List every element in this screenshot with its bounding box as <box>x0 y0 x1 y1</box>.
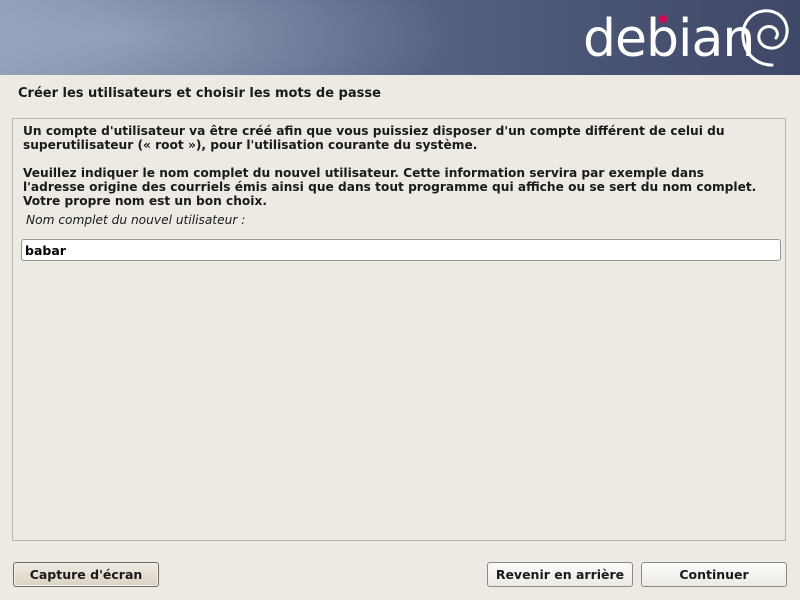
continue-button[interactable]: Continuer <box>641 562 787 587</box>
instructions-paragraph: Veuillez indiquer le nom complet du nouv… <box>23 166 757 208</box>
full-name-label: Nom complet du nouvel utilisateur : <box>26 213 246 227</box>
page-title: Créer les utilisateurs et choisir les mo… <box>18 86 381 101</box>
debian-logo-text: debian <box>583 9 755 69</box>
screenshot-button[interactable]: Capture d'écran <box>13 562 159 587</box>
intro-paragraph: Un compte d'utilisateur va être créé afi… <box>23 124 725 152</box>
debian-swirl-icon <box>741 9 789 67</box>
header-banner: debian <box>0 0 800 75</box>
back-button[interactable]: Revenir en arrière <box>487 562 633 587</box>
logo-accent-dot <box>659 15 667 23</box>
full-name-input[interactable] <box>21 239 781 261</box>
content-panel: Un compte d'utilisateur va être créé afi… <box>12 118 786 541</box>
